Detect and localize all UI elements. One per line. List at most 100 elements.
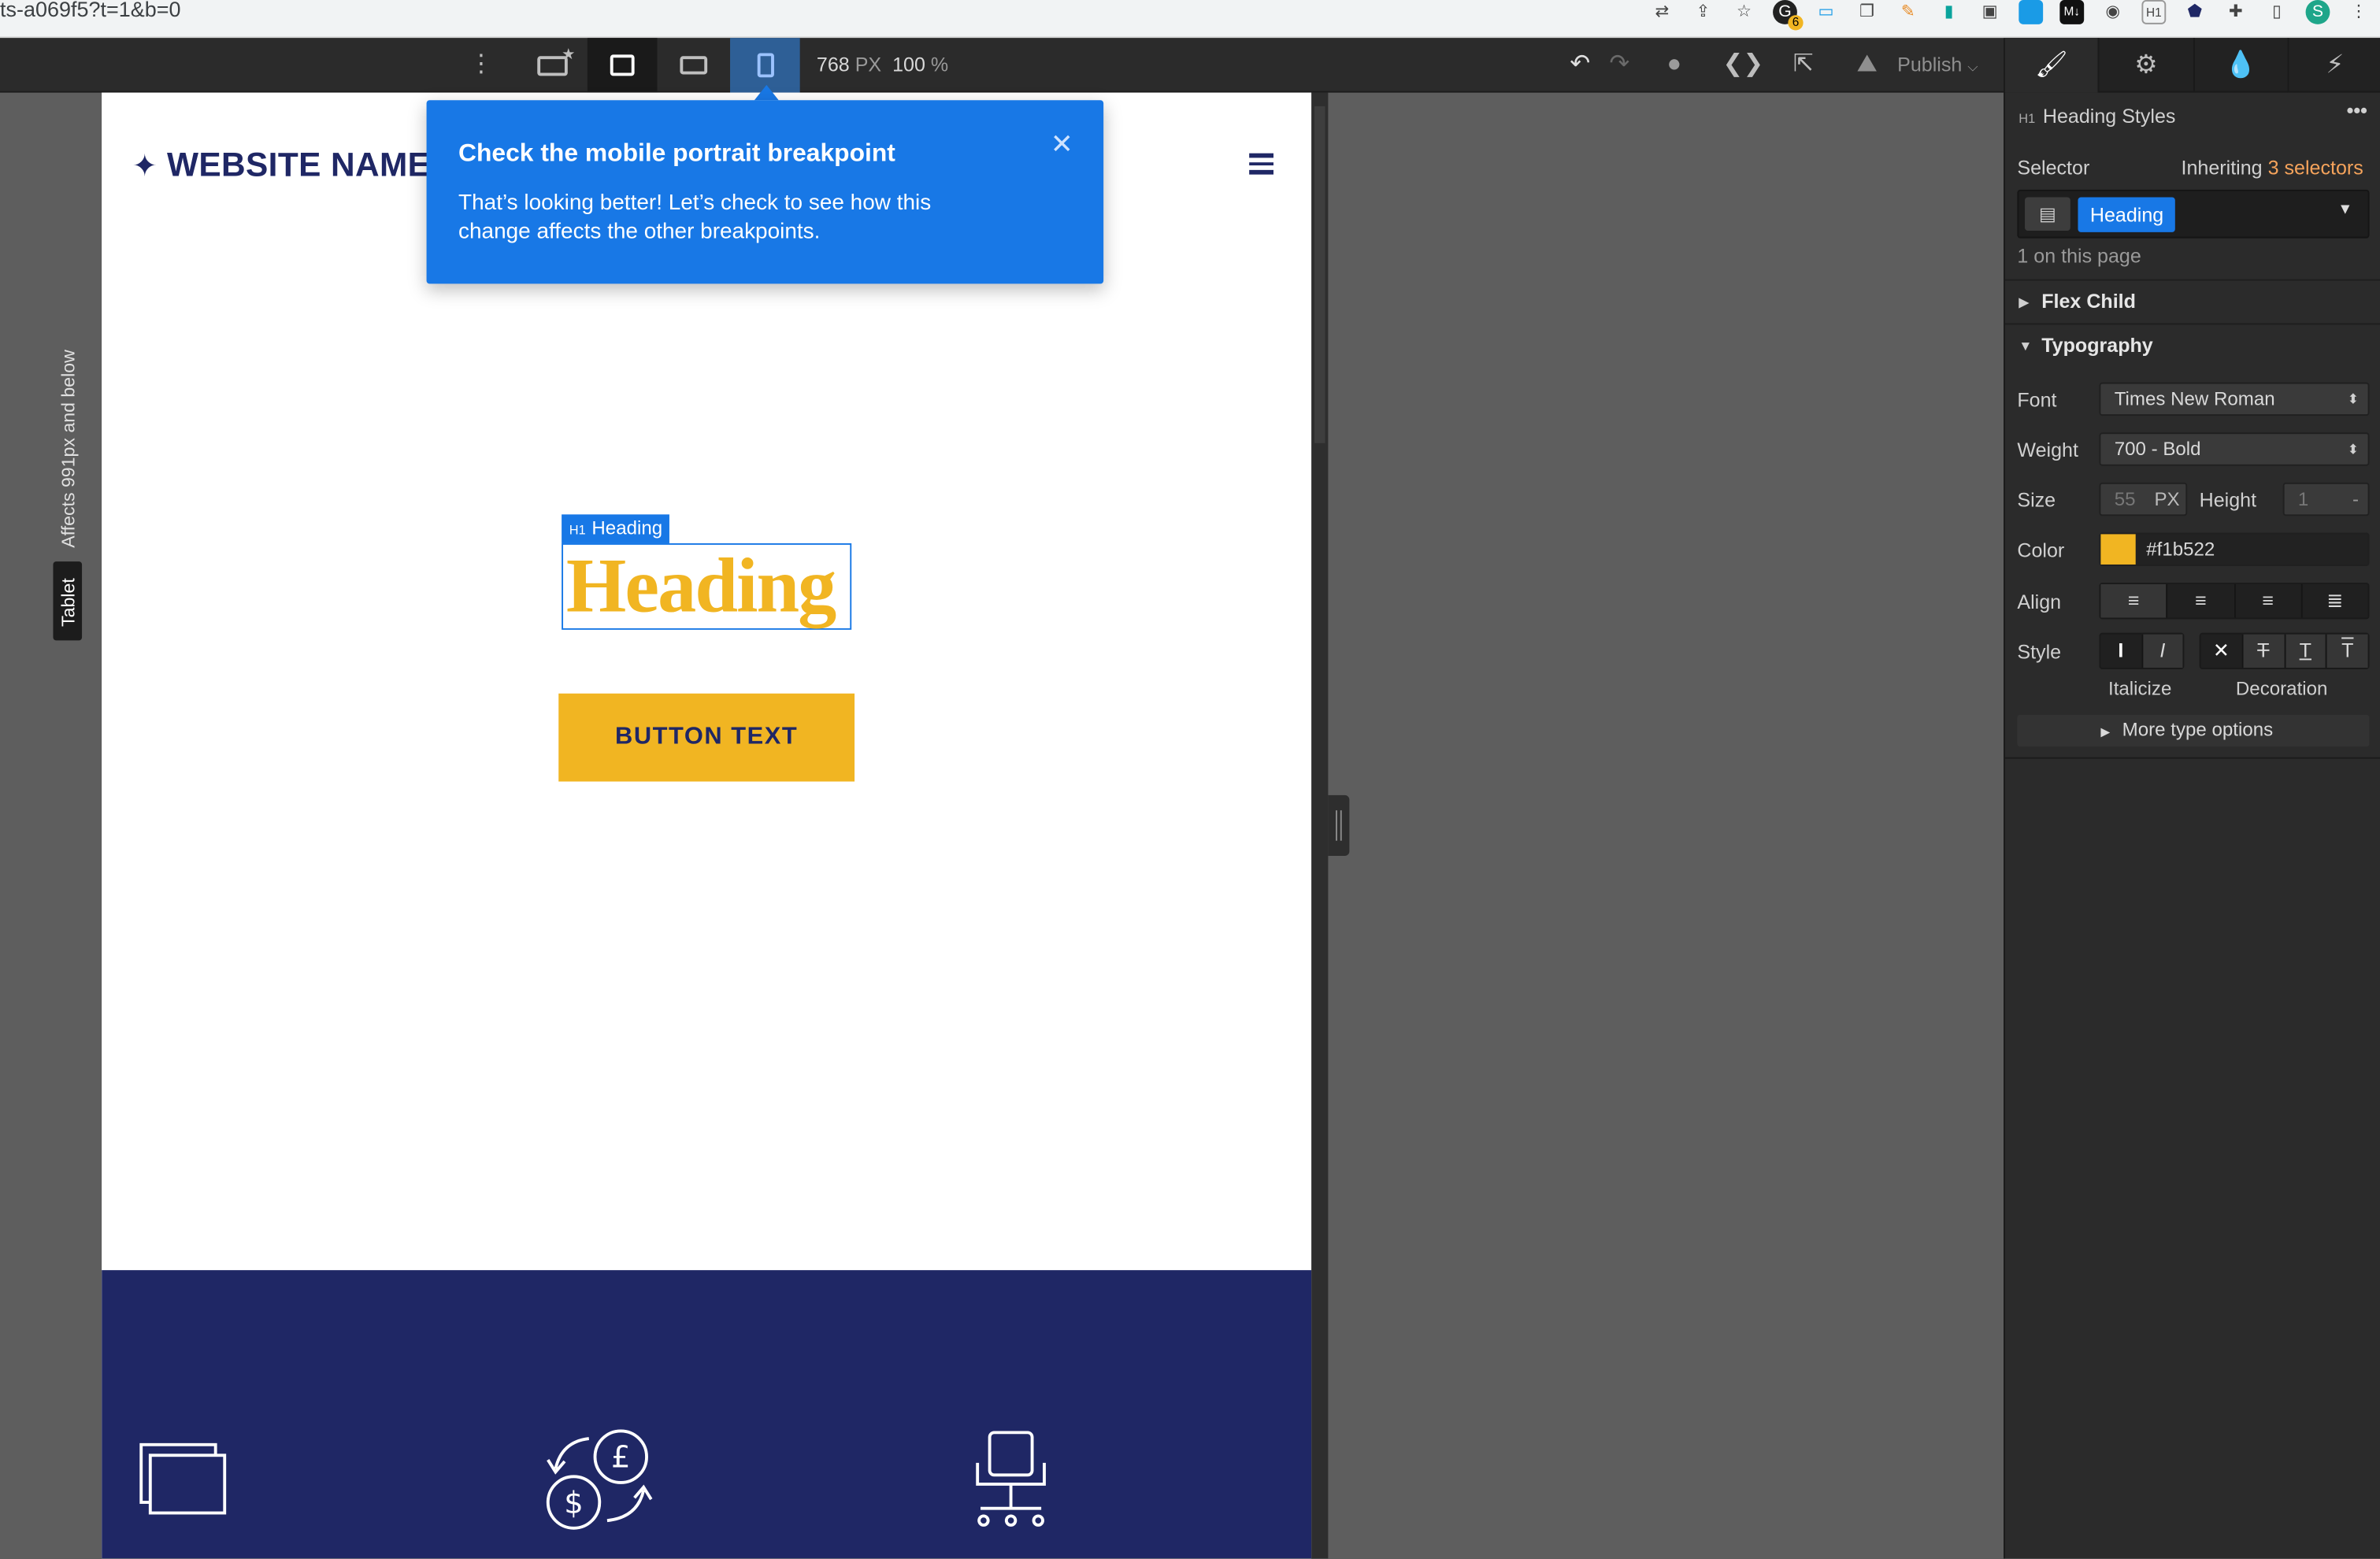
updown-icon: ⬍: [2347, 391, 2360, 407]
inheriting-info[interactable]: Inheriting 3 selectors: [2182, 157, 2363, 180]
weight-label: Weight: [2017, 438, 2078, 461]
breakpoint-desktop[interactable]: [587, 38, 658, 93]
share-icon[interactable]: ⇪: [1691, 0, 1715, 24]
extension-badge: 6: [1788, 15, 1804, 31]
canvas-scroll-thumb[interactable]: [1314, 106, 1325, 443]
redo-icon[interactable]: ↷: [1604, 50, 1635, 81]
publish-icon[interactable]: ⛰: [1852, 50, 1882, 81]
note-extension-icon[interactable]: ✎: [1896, 0, 1920, 24]
comments-icon[interactable]: ●: [1659, 50, 1690, 81]
inheriting-count[interactable]: 3 selectors: [2268, 157, 2363, 180]
tooltip-title: Check the mobile portrait breakpoint: [458, 139, 895, 168]
element-tag: H1 Heading: [562, 514, 670, 543]
browser-menu-icon[interactable]: ⋮: [2347, 0, 2371, 24]
on-page-count: 1 on this page: [2017, 244, 2141, 268]
breakpoint-desktop-star[interactable]: ★: [517, 38, 588, 92]
copy-extension-icon[interactable]: ❐: [1855, 0, 1879, 24]
bookmark-star-icon[interactable]: ☆: [1732, 0, 1756, 24]
style-panel: 🖌 ⚙ 💧 ⚡ H1 Heading Styles ••• Selector In…: [2004, 38, 2380, 1559]
selected-heading[interactable]: Heading: [562, 543, 852, 630]
panel-divider: [2004, 757, 2380, 759]
selector-field[interactable]: ▤ Heading ▼: [2017, 189, 2370, 239]
interactions-bolt-icon[interactable]: ⚡: [2286, 38, 2380, 93]
sidebar-toggle-icon[interactable]: ▯: [2265, 0, 2289, 24]
width-value[interactable]: 768: [817, 53, 850, 76]
publish-button[interactable]: Publish ⌵: [1897, 38, 1978, 92]
panel-element-header: H1 Heading Styles: [2019, 105, 2175, 128]
size-input[interactable]: 55 PX: [2099, 482, 2188, 517]
width-unit: PX: [855, 53, 882, 76]
puzzle-extensions-icon[interactable]: ✚: [2223, 0, 2248, 24]
italic-style-icon[interactable]: I: [2141, 634, 2183, 668]
tooltip-arrow: [754, 84, 779, 101]
more-vertical-icon[interactable]: ⋮: [466, 50, 497, 81]
video-extension-icon[interactable]: ▭: [1814, 0, 1838, 24]
markdown-extension-icon[interactable]: M↓: [2059, 0, 2085, 24]
export-icon[interactable]: ⇱: [1788, 50, 1818, 81]
chevron-down-icon[interactable]: ▼: [2337, 202, 2352, 218]
line-height-input[interactable]: 1-: [2282, 482, 2370, 517]
color-field[interactable]: #f1b522: [2099, 532, 2370, 566]
currency-exchange-icon: £ $: [546, 1429, 653, 1530]
design-canvas[interactable]: ✦ WEBSITE NAME H1 Heading Heading BUTTON T…: [102, 92, 1312, 1559]
translate-icon[interactable]: ⇄: [1650, 0, 1674, 24]
desktop-icon: [610, 54, 635, 76]
panel-more-icon[interactable]: •••: [2347, 98, 2367, 121]
site-logo[interactable]: ✦ WEBSITE NAME: [132, 146, 431, 185]
profile-avatar-icon[interactable]: S: [2305, 0, 2330, 24]
extension-g-icon[interactable]: G6: [1773, 0, 1804, 31]
zoom-unit: %: [930, 53, 949, 76]
tablet-portrait-icon: [756, 53, 773, 78]
no-decoration-icon[interactable]: ✕: [2201, 635, 2242, 668]
pip-extension-icon[interactable]: ▣: [1978, 0, 2002, 24]
more-type-options-button[interactable]: ▶ More type options: [2017, 714, 2370, 747]
book-extension-icon[interactable]: ▮: [1937, 0, 1961, 24]
strikethrough-icon[interactable]: T: [2241, 634, 2284, 668]
browser-toolbar: ts-a069f5?t=1&b=0 ⇄ ⇪ ☆ G6 ▭ ❐ ✎ ▮ ▣ M↓ …: [0, 0, 2380, 39]
align-center-icon[interactable]: ≡: [2166, 584, 2234, 618]
svg-text:£: £: [611, 1440, 631, 1476]
svg-text:$: $: [564, 1486, 584, 1521]
designer-topbar: ⋮ ★ 768 PX 100 % ↶ ↷ ● ❮❯ ⇱ ⛰ Publish ⌵: [0, 38, 2004, 93]
address-bar-text[interactable]: ts-a069f5?t=1&b=0: [0, 0, 181, 21]
style-manager-drops-icon[interactable]: 💧: [2192, 38, 2287, 93]
height-unit[interactable]: -: [2352, 484, 2359, 515]
style-tab-brush-icon[interactable]: 🖌: [2004, 38, 2099, 93]
settings-tab-gear-icon[interactable]: ⚙: [2098, 38, 2193, 93]
font-select[interactable]: Times New Roman ⬍: [2099, 382, 2370, 417]
font-label: Font: [2017, 388, 2057, 412]
cta-button[interactable]: BUTTON TEXT: [558, 693, 855, 782]
size-unit[interactable]: PX: [2154, 484, 2179, 515]
blue-extension-icon[interactable]: [2019, 0, 2044, 24]
color-swatch[interactable]: [2100, 534, 2136, 565]
color-label: Color: [2017, 539, 2065, 562]
color-value[interactable]: #f1b522: [2146, 539, 2215, 560]
features-section: £ $: [102, 1270, 1312, 1559]
weight-select[interactable]: 700 - Bold ⬍: [2099, 432, 2370, 466]
caret-down-icon: ▼: [2019, 338, 2033, 354]
section-typography[interactable]: ▼ Typography: [2004, 323, 2380, 366]
hamburger-icon[interactable]: [1249, 153, 1274, 175]
element-tag-prefix: H1: [569, 521, 586, 538]
breakpoint-tablet-landscape[interactable]: [658, 38, 728, 92]
h1-extension-icon[interactable]: H1: [2141, 0, 2167, 24]
breakpoint-affects-text: Affects 991px and below: [57, 350, 80, 548]
code-icon[interactable]: ❮❯: [1722, 50, 1763, 81]
regular-style-icon[interactable]: I: [2100, 635, 2141, 668]
overline-icon[interactable]: T: [2326, 634, 2368, 668]
align-left-icon[interactable]: ≡: [2100, 584, 2167, 618]
glasses-extension-icon[interactable]: ◉: [2100, 0, 2125, 24]
section-flex-child[interactable]: ▶ Flex Child: [2004, 279, 2380, 322]
canvas-resize-handle[interactable]: [1328, 794, 1350, 856]
zoom-value[interactable]: 100: [892, 53, 925, 76]
undo-icon[interactable]: ↶: [1565, 50, 1596, 81]
align-justify-icon[interactable]: ≣: [2300, 584, 2367, 618]
align-right-icon[interactable]: ≡: [2234, 584, 2300, 618]
underline-icon[interactable]: T: [2283, 634, 2326, 668]
shield-extension-icon[interactable]: ⬟: [2182, 0, 2207, 24]
selector-token[interactable]: Heading: [2078, 197, 2176, 232]
height-label: Height: [2199, 488, 2257, 512]
selector-label: Selector: [2017, 156, 2090, 180]
close-icon[interactable]: ✕: [1051, 129, 1073, 161]
style-label: Style: [2017, 640, 2062, 664]
